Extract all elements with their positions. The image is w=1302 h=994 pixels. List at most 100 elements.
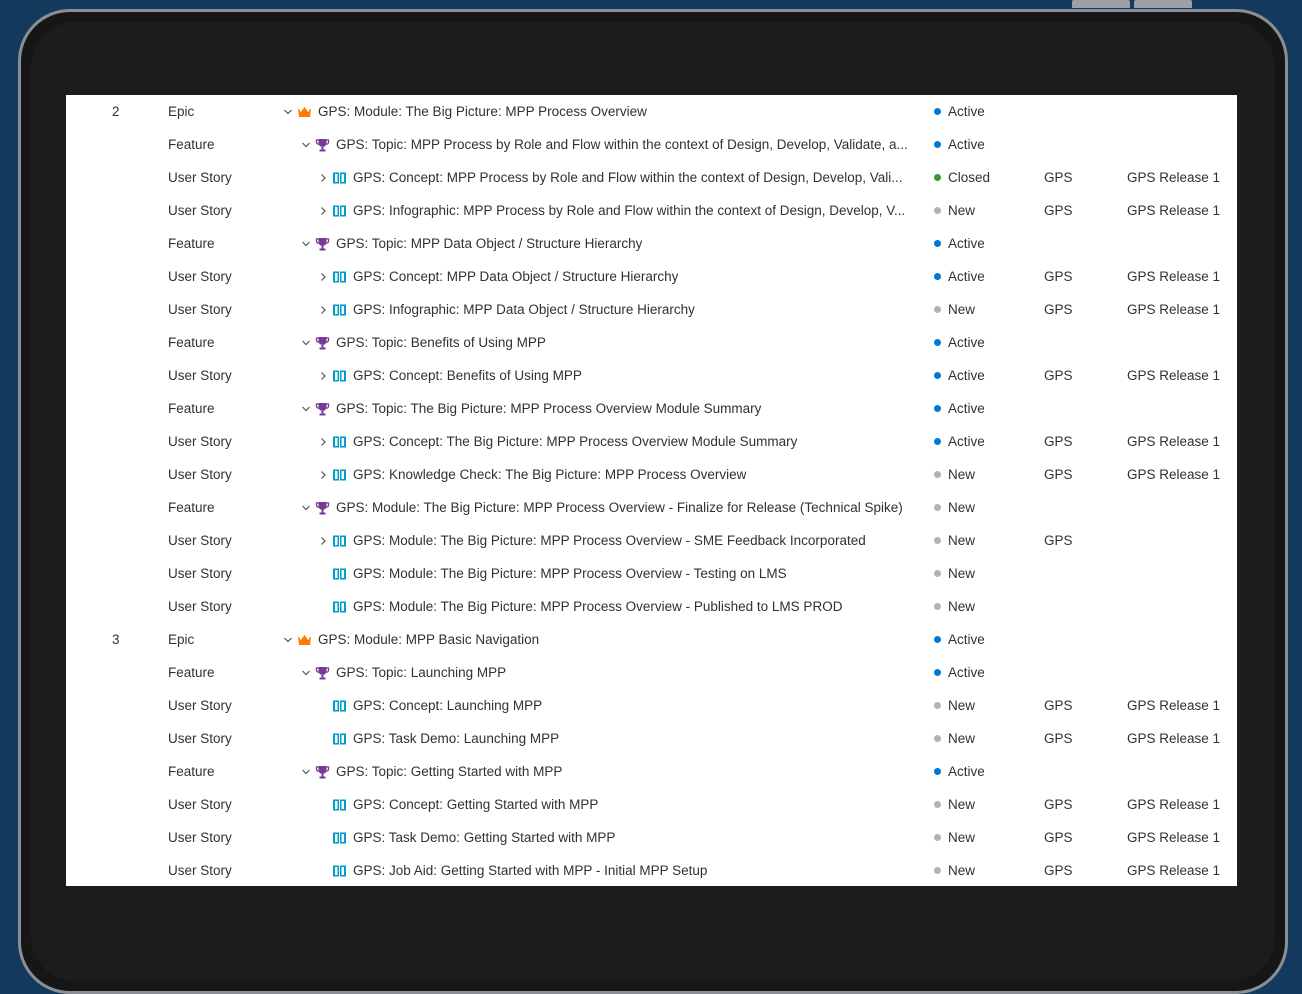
table-row[interactable]: Feature GPS: Topic: Benefits of Using MPP… bbox=[66, 326, 1237, 359]
chevron-down-icon[interactable] bbox=[300, 137, 312, 153]
table-row[interactable]: Feature GPS: Topic: MPP Process by Role a… bbox=[66, 128, 1237, 161]
state-dot-icon bbox=[934, 867, 941, 874]
work-item-title-link[interactable]: GPS: Module: The Big Picture: MPP Proces… bbox=[336, 500, 903, 516]
chevron-down-icon[interactable] bbox=[282, 104, 294, 120]
state-cell: Active bbox=[934, 368, 985, 384]
table-row[interactable]: 2 Epic GPS: Module: The Big Picture: MPP P… bbox=[66, 95, 1237, 128]
iteration-path: GPS Release 1 bbox=[1127, 170, 1221, 185]
table-row[interactable]: User Story GPS: Concept: MPP Process by R… bbox=[66, 161, 1237, 194]
table-row[interactable]: User Story GPS: Infographic: MPP Data Obj… bbox=[66, 293, 1237, 326]
table-row[interactable]: Feature GPS: Topic: Getting Started with … bbox=[66, 755, 1237, 788]
table-row[interactable]: User Story GPS: Knowledge Check: The Big … bbox=[66, 458, 1237, 491]
table-row[interactable]: Feature GPS: Topic: Launching MPP Active bbox=[66, 656, 1237, 689]
chevron-down-icon[interactable] bbox=[300, 665, 312, 681]
state-label: Active bbox=[948, 764, 985, 779]
work-item-title-link[interactable]: GPS: Module: MPP Basic Navigation bbox=[318, 632, 539, 648]
state-dot-icon bbox=[934, 537, 941, 544]
work-item-title-link[interactable]: GPS: Task Demo: Getting Started with MPP bbox=[353, 830, 615, 846]
work-item-title-link[interactable]: GPS: Concept: The Big Picture: MPP Proce… bbox=[353, 434, 797, 450]
book-icon bbox=[332, 269, 347, 285]
chevron-right-icon[interactable] bbox=[317, 203, 329, 219]
work-item-title-link[interactable]: GPS: Concept: MPP Data Object / Structur… bbox=[353, 269, 678, 285]
state-dot-icon bbox=[934, 702, 941, 709]
state-cell: New bbox=[934, 731, 975, 747]
work-item-title-link[interactable]: GPS: Module: The Big Picture: MPP Proces… bbox=[318, 104, 647, 120]
table-row[interactable]: User Story GPS: Concept: MPP Data Object … bbox=[66, 260, 1237, 293]
work-item-title-link[interactable]: GPS: Task Demo: Launching MPP bbox=[353, 731, 559, 747]
table-row[interactable]: User Story GPS: Concept: Launching MPP New… bbox=[66, 689, 1237, 722]
state-cell: Active bbox=[934, 632, 985, 648]
state-cell: New bbox=[934, 533, 975, 549]
state-cell: New bbox=[934, 698, 975, 714]
state-dot-icon bbox=[934, 207, 941, 214]
chevron-right-icon[interactable] bbox=[317, 434, 329, 450]
state-dot-icon bbox=[934, 372, 941, 379]
hardware-button bbox=[1072, 0, 1130, 8]
state-label: Active bbox=[948, 401, 985, 416]
work-item-title-link[interactable]: GPS: Concept: Getting Started with MPP bbox=[353, 797, 598, 813]
chevron-right-icon[interactable] bbox=[317, 368, 329, 384]
state-cell: Active bbox=[934, 665, 985, 681]
work-item-type: User Story bbox=[168, 830, 232, 845]
work-item-title-link[interactable]: GPS: Topic: Getting Started with MPP bbox=[336, 764, 562, 780]
table-row[interactable]: Feature GPS: Topic: MPP Data Object / Str… bbox=[66, 227, 1237, 260]
work-item-title-link[interactable]: GPS: Module: The Big Picture: MPP Proces… bbox=[353, 566, 787, 582]
table-row[interactable]: User Story GPS: Module: The Big Picture: … bbox=[66, 524, 1237, 557]
chevron-right-icon[interactable] bbox=[317, 302, 329, 318]
table-row[interactable]: 3 Epic GPS: Module: MPP Basic Navigation Ac… bbox=[66, 623, 1237, 656]
table-row[interactable]: User Story GPS: Concept: The Big Picture:… bbox=[66, 425, 1237, 458]
work-item-type: User Story bbox=[168, 434, 232, 449]
work-item-type: User Story bbox=[168, 731, 232, 746]
work-item-title-link[interactable]: GPS: Concept: Launching MPP bbox=[353, 698, 542, 714]
chevron-down-icon[interactable] bbox=[300, 401, 312, 417]
area-path: GPS bbox=[1044, 698, 1073, 713]
chevron-right-icon[interactable] bbox=[317, 269, 329, 285]
work-item-title-link[interactable]: GPS: Knowledge Check: The Big Picture: M… bbox=[353, 467, 746, 483]
work-item-title-link[interactable]: GPS: Concept: Benefits of Using MPP bbox=[353, 368, 582, 384]
chevron-down-icon[interactable] bbox=[300, 764, 312, 780]
table-row[interactable]: User Story GPS: Concept: Getting Started … bbox=[66, 788, 1237, 821]
state-label: New bbox=[948, 500, 976, 515]
state-dot-icon bbox=[934, 471, 941, 478]
table-row[interactable]: User Story GPS: Module: The Big Picture: … bbox=[66, 590, 1237, 623]
iteration-path: GPS Release 1 bbox=[1127, 302, 1221, 317]
area-path: GPS bbox=[1044, 797, 1073, 812]
chevron-down-icon[interactable] bbox=[300, 236, 312, 252]
work-item-title-link[interactable]: GPS: Module: The Big Picture: MPP Proces… bbox=[353, 599, 842, 615]
table-row[interactable]: User Story GPS: Module: The Big Picture: … bbox=[66, 557, 1237, 590]
work-item-title-link[interactable]: GPS: Job Aid: Getting Started with MPP -… bbox=[353, 863, 707, 879]
table-row[interactable]: User Story GPS: Infographic: MPP Process … bbox=[66, 194, 1237, 227]
work-item-title-link[interactable]: GPS: Topic: MPP Data Object / Structure … bbox=[336, 236, 642, 252]
chevron-down-icon[interactable] bbox=[300, 500, 312, 516]
chevron-right-icon[interactable] bbox=[317, 533, 329, 549]
work-item-title-link[interactable]: GPS: Topic: MPP Process by Role and Flow… bbox=[336, 137, 908, 153]
table-row[interactable]: User Story GPS: Task Demo: Getting Starte… bbox=[66, 821, 1237, 854]
work-item-title-link[interactable]: GPS: Infographic: MPP Process by Role an… bbox=[353, 203, 905, 219]
iteration-path: GPS Release 1 bbox=[1127, 863, 1221, 878]
work-item-title-link[interactable]: GPS: Infographic: MPP Data Object / Stru… bbox=[353, 302, 695, 318]
table-row[interactable]: Feature GPS: Topic: The Big Picture: MPP … bbox=[66, 392, 1237, 425]
trophy-icon bbox=[315, 500, 330, 516]
chevron-right-icon[interactable] bbox=[317, 467, 329, 483]
row-order-number: 2 bbox=[112, 104, 120, 119]
work-item-title-link[interactable]: GPS: Module: The Big Picture: MPP Proces… bbox=[353, 533, 866, 549]
work-item-type: Epic bbox=[168, 632, 195, 647]
chevron-down-icon[interactable] bbox=[282, 632, 294, 648]
state-dot-icon bbox=[934, 768, 941, 775]
work-item-title-link[interactable]: GPS: Topic: The Big Picture: MPP Process… bbox=[336, 401, 761, 417]
work-item-title-link[interactable]: GPS: Topic: Launching MPP bbox=[336, 665, 506, 681]
work-item-title-link[interactable]: GPS: Topic: Benefits of Using MPP bbox=[336, 335, 546, 351]
book-icon bbox=[332, 731, 347, 747]
table-row[interactable]: Feature GPS: Module: The Big Picture: MPP… bbox=[66, 491, 1237, 524]
state-label: New bbox=[948, 599, 976, 614]
work-item-title-link[interactable]: GPS: Concept: MPP Process by Role and Fl… bbox=[353, 170, 903, 186]
state-cell: Active bbox=[934, 104, 985, 120]
table-row[interactable]: User Story GPS: Task Demo: Launching MPP N… bbox=[66, 722, 1237, 755]
table-row[interactable]: User Story GPS: Concept: Benefits of Usin… bbox=[66, 359, 1237, 392]
trophy-icon bbox=[315, 335, 330, 351]
state-dot-icon bbox=[934, 570, 941, 577]
state-dot-icon bbox=[934, 735, 941, 742]
chevron-right-icon[interactable] bbox=[317, 170, 329, 186]
table-row[interactable]: User Story GPS: Job Aid: Getting Started … bbox=[66, 854, 1237, 886]
chevron-down-icon[interactable] bbox=[300, 335, 312, 351]
